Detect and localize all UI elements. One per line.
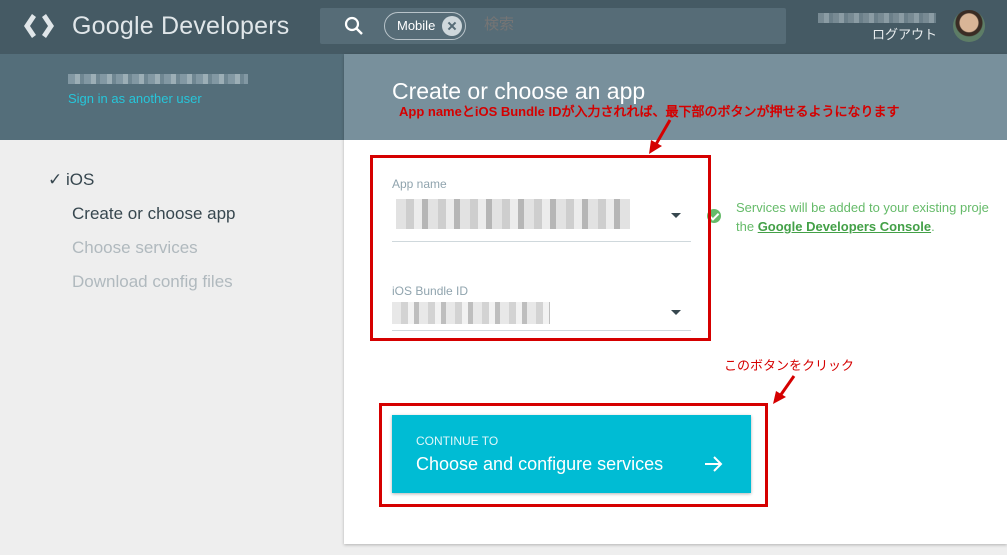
user-email-redacted [818, 13, 936, 23]
annotation-box-button [379, 403, 768, 507]
card-header: Create or choose an app [344, 54, 1007, 140]
search-filter-chip[interactable]: Mobile [384, 12, 467, 40]
notice-line1: Services will be added to your existing … [736, 200, 989, 215]
annotation-box-fields [370, 155, 711, 341]
checkmark-icon: ✓ [48, 170, 63, 189]
services-notice: Services will be added to your existing … [736, 198, 989, 236]
step-download-config: Download config files [72, 272, 233, 291]
notice-line2-prefix: the [736, 219, 758, 234]
sign-in-another-user-link[interactable]: Sign in as another user [68, 91, 202, 106]
step-ios[interactable]: ✓ iOS [48, 170, 94, 190]
search-input[interactable] [484, 16, 764, 33]
search-bar[interactable]: Mobile [320, 8, 786, 44]
google-developers-logo-icon[interactable] [22, 12, 56, 40]
developers-console-link[interactable]: Google Developers Console [758, 219, 931, 234]
annotation-arrow-icon [649, 119, 672, 154]
search-icon[interactable] [344, 16, 364, 36]
annotation-button-note: このボタンをクリック [724, 358, 855, 373]
brand-title[interactable]: Google Developers [72, 12, 289, 41]
step-ios-label: iOS [66, 170, 95, 189]
step-create-app[interactable]: Create or choose app [72, 204, 236, 224]
notice-suffix: . [931, 219, 935, 234]
chip-label: Mobile [397, 18, 436, 33]
logout-link[interactable]: ログアウト [872, 24, 937, 43]
annotation-arrow-icon [773, 375, 796, 404]
top-app-bar: Google Developers Mobile ログアウト [0, 0, 1007, 54]
chip-close-icon[interactable] [442, 16, 463, 36]
account-email-redacted [68, 74, 248, 84]
avatar[interactable] [953, 10, 985, 42]
step-choose-services: Choose services [72, 238, 198, 257]
